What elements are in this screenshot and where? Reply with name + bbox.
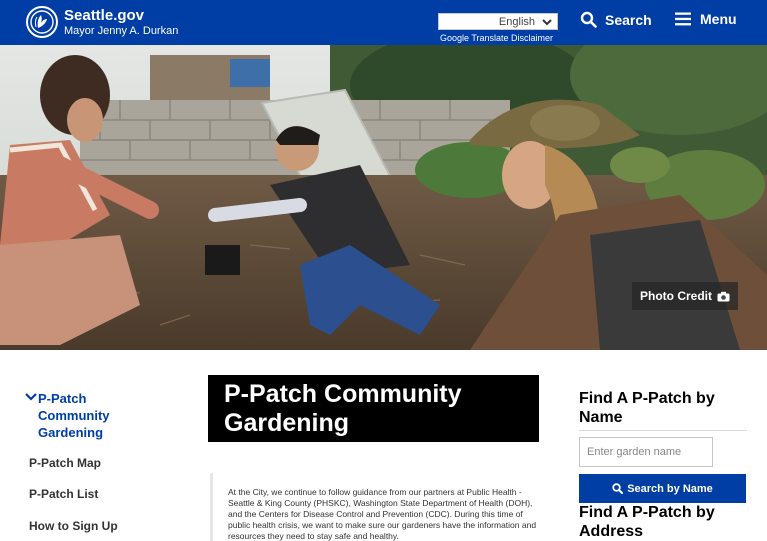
header-search-button[interactable]: Search (580, 11, 652, 28)
search-label: Search (605, 11, 652, 28)
sidenav-current-label: P-Patch Community Gardening (38, 391, 110, 440)
language-selected-value: English (498, 15, 535, 28)
page-title: P-Patch Community Gardening (224, 380, 462, 437)
notice-body-text: At the City, we continue to follow guida… (228, 487, 537, 541)
seattle-seal-logo[interactable] (26, 6, 58, 38)
brand-subtitle: Mayor Jenny A. Durkan (64, 25, 179, 37)
chevron-down-icon (542, 19, 552, 26)
seal-icon (30, 10, 54, 34)
section-side-navigation: P-Patch Community Gardening (24, 390, 184, 441)
language-select[interactable]: English (438, 13, 558, 30)
header-menu-button[interactable]: Menu (675, 11, 737, 27)
find-by-address-heading: Find A P-Patch by Address (579, 504, 715, 540)
photo-credit-button[interactable]: Photo Credit (632, 282, 738, 310)
sidenav-item-p-patch-list[interactable]: P-Patch List (29, 487, 98, 501)
garden-name-input[interactable] (579, 437, 713, 467)
covid-guidance-notice: At the City, we continue to follow guida… (210, 473, 539, 541)
hero-banner: Photo Credit (0, 45, 767, 350)
site-header: Seattle.gov Mayor Jenny A. Durkan Englis… (0, 0, 767, 45)
find-by-name-heading: Find A P-Patch by Name (579, 390, 715, 426)
site-brand[interactable]: Seattle.gov Mayor Jenny A. Durkan (64, 8, 178, 38)
search-by-name-label: Search by Name (627, 482, 713, 495)
camera-icon (717, 291, 730, 301)
search-icon (612, 483, 624, 494)
sidenav-item-p-patch-map[interactable]: P-Patch Map (29, 456, 101, 470)
divider (579, 430, 747, 431)
photo-credit-label: Photo Credit (640, 289, 712, 303)
hamburger-menu-icon (675, 12, 691, 26)
sidenav-current-section[interactable]: P-Patch Community Gardening (24, 390, 184, 441)
brand-name[interactable]: Seattle.gov (64, 8, 178, 24)
menu-label: Menu (700, 11, 737, 27)
search-by-name-button[interactable]: Search by Name (579, 474, 746, 503)
translate-disclaimer-link[interactable]: Google Translate Disclaimer (440, 33, 553, 43)
chevron-down-icon (25, 393, 37, 401)
sidenav-item-how-to-sign-up[interactable]: How to Sign Up (29, 519, 118, 533)
page-title-banner: P-Patch Community Gardening (208, 375, 539, 442)
search-icon (580, 11, 597, 28)
